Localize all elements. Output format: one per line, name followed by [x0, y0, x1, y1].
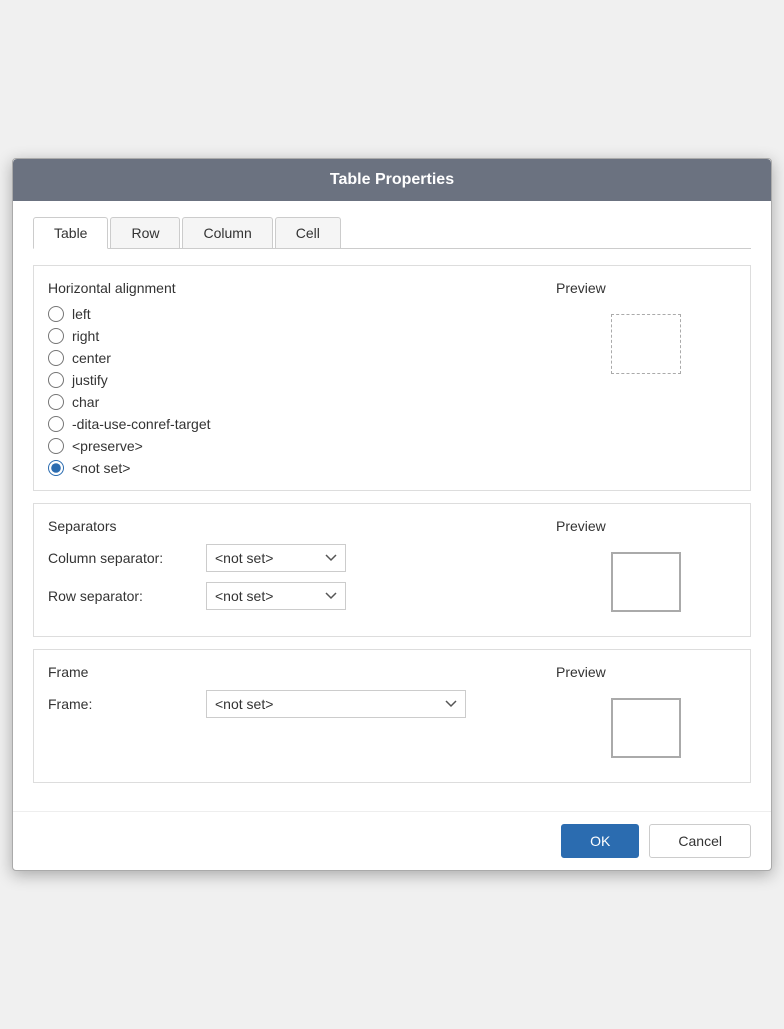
frame-select[interactable]: <not set> all bottom none sides top topb… [206, 690, 466, 718]
radio-not-set-label: <not set> [72, 460, 130, 476]
radio-center[interactable]: center [48, 350, 540, 366]
dialog-footer: OK Cancel [13, 811, 771, 870]
radio-dita[interactable]: -dita-use-conref-target [48, 416, 540, 432]
radio-right-label: right [72, 328, 99, 344]
radio-right-input[interactable] [48, 328, 64, 344]
column-separator-label: Column separator: [48, 550, 198, 566]
table-properties-dialog: Table Properties Table Row Column Cell H… [12, 158, 772, 871]
radio-justify-label: justify [72, 372, 108, 388]
radio-center-input[interactable] [48, 350, 64, 366]
radio-preserve[interactable]: <preserve> [48, 438, 540, 454]
horizontal-alignment-section: Horizontal alignment left right center [33, 265, 751, 491]
frame-preview-inner [611, 698, 681, 758]
row-separator-row: Row separator: <not set> 0 1 [48, 582, 540, 610]
row-separator-label: Row separator: [48, 588, 198, 604]
radio-justify-input[interactable] [48, 372, 64, 388]
horizontal-alignment-preview-box [556, 304, 736, 384]
radio-left-input[interactable] [48, 306, 64, 322]
separators-left: Separators Column separator: <not set> 0… [48, 518, 540, 622]
frame-preview-box [556, 688, 736, 768]
radio-not-set-input[interactable] [48, 460, 64, 476]
frame-left: Frame Frame: <not set> all bottom none s… [48, 664, 540, 768]
radio-center-label: center [72, 350, 111, 366]
cancel-button[interactable]: Cancel [649, 824, 751, 858]
frame-section: Frame Frame: <not set> all bottom none s… [33, 649, 751, 783]
radio-left[interactable]: left [48, 306, 540, 322]
separators-preview: Preview [556, 518, 736, 622]
tab-table[interactable]: Table [33, 217, 108, 249]
horizontal-alignment-options: left right center justify [48, 306, 540, 476]
horizontal-alignment-preview-inner [611, 314, 681, 374]
radio-not-set[interactable]: <not set> [48, 460, 540, 476]
frame-label: Frame: [48, 696, 198, 712]
column-separator-row: Column separator: <not set> 0 1 [48, 544, 540, 572]
separators-section: Separators Column separator: <not set> 0… [33, 503, 751, 637]
frame-row: Frame: <not set> all bottom none sides t… [48, 690, 540, 718]
radio-char-label: char [72, 394, 99, 410]
radio-char-input[interactable] [48, 394, 64, 410]
separators-preview-inner [611, 552, 681, 612]
tab-cell[interactable]: Cell [275, 217, 341, 248]
separators-title: Separators [48, 518, 540, 534]
tab-row[interactable]: Row [110, 217, 180, 248]
row-separator-select[interactable]: <not set> 0 1 [206, 582, 346, 610]
radio-char[interactable]: char [48, 394, 540, 410]
ok-button[interactable]: OK [561, 824, 639, 858]
separators-preview-box [556, 542, 736, 622]
tabs: Table Row Column Cell [33, 217, 751, 249]
horizontal-alignment-preview: Preview [556, 280, 736, 476]
radio-right[interactable]: right [48, 328, 540, 344]
radio-preserve-label: <preserve> [72, 438, 143, 454]
radio-left-label: left [72, 306, 91, 322]
dialog-body: Table Row Column Cell Horizontal alignme… [13, 201, 771, 811]
frame-preview: Preview [556, 664, 736, 768]
radio-dita-input[interactable] [48, 416, 64, 432]
radio-justify[interactable]: justify [48, 372, 540, 388]
radio-dita-label: -dita-use-conref-target [72, 416, 211, 432]
dialog-title: Table Properties [13, 159, 771, 201]
frame-preview-label: Preview [556, 664, 736, 680]
horizontal-alignment-preview-label: Preview [556, 280, 736, 296]
column-separator-select[interactable]: <not set> 0 1 [206, 544, 346, 572]
tab-column[interactable]: Column [182, 217, 272, 248]
horizontal-alignment-title: Horizontal alignment [48, 280, 540, 296]
separators-preview-label: Preview [556, 518, 736, 534]
frame-title: Frame [48, 664, 540, 680]
radio-preserve-input[interactable] [48, 438, 64, 454]
horizontal-alignment-left: Horizontal alignment left right center [48, 280, 540, 476]
